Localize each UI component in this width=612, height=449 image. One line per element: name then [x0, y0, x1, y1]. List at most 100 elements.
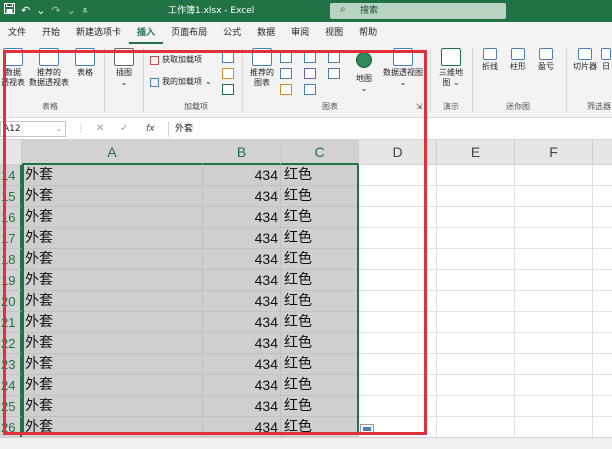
cell-g[interactable] — [593, 291, 612, 312]
cell-g[interactable] — [593, 207, 612, 228]
cell-d[interactable] — [359, 291, 437, 312]
cell-d[interactable] — [359, 396, 437, 417]
cell-d[interactable] — [359, 165, 437, 186]
cell-e[interactable] — [437, 396, 515, 417]
column-chart-icon[interactable] — [280, 52, 292, 63]
my-addins-button[interactable]: 我的加载项 ⌄ — [150, 76, 212, 88]
cell-c[interactable]: 红色 — [281, 228, 359, 249]
tab-review[interactable]: 审阅 — [283, 22, 317, 44]
row-header[interactable]: 16 — [0, 207, 22, 228]
cell-g[interactable] — [593, 249, 612, 270]
cell-a[interactable]: 外套 — [22, 165, 203, 186]
enter-icon[interactable]: ✓ — [120, 122, 128, 136]
cell-a[interactable]: 外套 — [22, 333, 203, 354]
tab-insert[interactable]: 插入 — [129, 22, 164, 44]
stat-chart-icon[interactable] — [304, 68, 316, 79]
cell-c[interactable]: 红色 — [281, 396, 359, 417]
tab-data[interactable]: 数据 — [249, 22, 283, 44]
cell-b[interactable]: 434 — [203, 165, 281, 186]
redo-icon[interactable]: ↷ — [51, 3, 60, 19]
recommended-pivot-button[interactable]: 推荐的 数据透视表 — [28, 48, 70, 88]
cell-b[interactable]: 434 — [203, 207, 281, 228]
cell-d[interactable] — [359, 207, 437, 228]
search-box[interactable]: ⌕ 搜索 — [330, 3, 506, 19]
cell-a[interactable]: 外套 — [22, 417, 203, 438]
formula-input[interactable]: 外套 — [168, 121, 612, 137]
sparkline-line-button[interactable]: 折线 — [478, 48, 502, 72]
tab-file[interactable]: 文件 — [0, 22, 34, 44]
quick-analysis-icon[interactable] — [360, 424, 374, 434]
column-header-b[interactable]: B — [203, 140, 281, 165]
redo-dropdown-icon[interactable]: ⌄ — [67, 3, 76, 19]
cell-f[interactable] — [515, 270, 593, 291]
cell-e[interactable] — [437, 270, 515, 291]
row-header[interactable]: 20 — [0, 291, 22, 312]
cell-b[interactable]: 434 — [203, 270, 281, 291]
row-header[interactable]: 24 — [0, 375, 22, 396]
tab-help[interactable]: 帮助 — [351, 22, 385, 44]
column-header-a[interactable]: A — [22, 140, 203, 165]
cell-d[interactable] — [359, 228, 437, 249]
cell-e[interactable] — [437, 249, 515, 270]
cell-c[interactable]: 红色 — [281, 354, 359, 375]
row-header[interactable]: 25 — [0, 396, 22, 417]
cell-g[interactable] — [593, 228, 612, 249]
cell-a[interactable]: 外套 — [22, 270, 203, 291]
cell-e[interactable] — [437, 207, 515, 228]
cell-c[interactable]: 红色 — [281, 270, 359, 291]
people-graph-icon[interactable] — [222, 84, 234, 95]
row-header[interactable]: 19 — [0, 270, 22, 291]
cell-g[interactable] — [593, 165, 612, 186]
cell-f[interactable] — [515, 396, 593, 417]
sparkline-winloss-button[interactable]: 盈亏 — [534, 48, 558, 72]
line-chart-icon[interactable] — [280, 68, 292, 79]
combo-chart-icon[interactable] — [304, 84, 316, 95]
table-button[interactable]: 表格 — [72, 48, 98, 78]
cell-e[interactable] — [437, 312, 515, 333]
cell-g[interactable] — [593, 270, 612, 291]
cell-b[interactable]: 434 — [203, 312, 281, 333]
visio-icon[interactable] — [222, 52, 234, 63]
get-addins-button[interactable]: 获取加载项 — [150, 54, 202, 66]
cell-e[interactable] — [437, 165, 515, 186]
cell-c[interactable]: 红色 — [281, 333, 359, 354]
cell-e[interactable] — [437, 354, 515, 375]
cell-d[interactable] — [359, 312, 437, 333]
cell-d[interactable] — [359, 354, 437, 375]
cell-g[interactable] — [593, 312, 612, 333]
cell-g[interactable] — [593, 354, 612, 375]
row-header[interactable]: 17 — [0, 228, 22, 249]
cell-b[interactable]: 434 — [203, 354, 281, 375]
cell-a[interactable]: 外套 — [22, 375, 203, 396]
cell-a[interactable]: 外套 — [22, 312, 203, 333]
3d-map-button[interactable]: 三维地 图 ⌄ — [436, 48, 466, 88]
select-all-corner[interactable] — [0, 140, 22, 165]
cell-a[interactable]: 外套 — [22, 396, 203, 417]
cell-c[interactable]: 红色 — [281, 312, 359, 333]
cell-b[interactable]: 434 — [203, 417, 281, 438]
cell-f[interactable] — [515, 228, 593, 249]
cell-b[interactable]: 434 — [203, 375, 281, 396]
row-header[interactable]: 23 — [0, 354, 22, 375]
cell-b[interactable]: 434 — [203, 396, 281, 417]
cell-a[interactable]: 外套 — [22, 186, 203, 207]
cell-c[interactable]: 红色 — [281, 291, 359, 312]
timeline-button[interactable]: 日 — [600, 48, 612, 72]
cell-f[interactable] — [515, 165, 593, 186]
cell-g[interactable] — [593, 396, 612, 417]
cell-a[interactable]: 外套 — [22, 228, 203, 249]
cell-g[interactable] — [593, 417, 612, 438]
pivot-table-button[interactable]: 数据 透视表 — [0, 48, 26, 88]
waterfall-chart-icon[interactable] — [328, 52, 340, 63]
tab-formulas[interactable]: 公式 — [215, 22, 249, 44]
column-header-partial[interactable] — [593, 140, 612, 165]
customize-qat-icon[interactable]: ⩡ — [82, 3, 88, 19]
cell-e[interactable] — [437, 333, 515, 354]
cell-e[interactable] — [437, 375, 515, 396]
cell-g[interactable] — [593, 186, 612, 207]
sparkline-column-button[interactable]: 柱形 — [506, 48, 530, 72]
cell-a[interactable]: 外套 — [22, 249, 203, 270]
row-header[interactable]: 18 — [0, 249, 22, 270]
cell-c[interactable]: 红色 — [281, 375, 359, 396]
cell-b[interactable]: 434 — [203, 291, 281, 312]
